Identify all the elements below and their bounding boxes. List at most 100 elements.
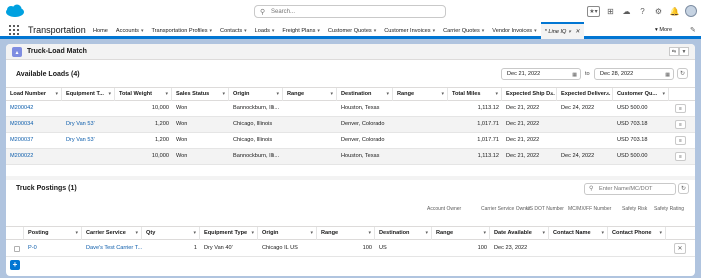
chevron-down-icon[interactable]: ▾ [483, 227, 486, 240]
table-cell[interactable]: Dave's Test Carrier T... [84, 242, 142, 255]
column-header[interactable]: Equipment Type ▾ [200, 227, 258, 240]
column-header[interactable]: Destination ▾ [337, 88, 393, 101]
nav-item-carrier-quotes[interactable]: Carrier Quotes ▾ [439, 22, 488, 39]
column-header[interactable]: Expected Ship D... ▾ [502, 88, 557, 101]
extra-column-label[interactable]: Safety Rating [654, 206, 684, 212]
carrier-search-input[interactable]: ⚲ Enter Name/MC/DOT [584, 183, 676, 195]
chevron-down-icon[interactable]: ▾ [244, 28, 247, 34]
add-posting-button[interactable]: + [10, 260, 20, 270]
chevron-down-icon[interactable]: ▾ [75, 227, 78, 240]
column-header[interactable]: Range ▾ [393, 88, 448, 101]
refresh-postings-button[interactable]: ↻ [678, 183, 689, 194]
chevron-down-icon[interactable]: ▾ [310, 227, 313, 240]
table-cell[interactable]: M200042 [8, 102, 62, 115]
column-header[interactable]: Expected Deliver... ▾ [557, 88, 613, 101]
chevron-down-icon[interactable]: ▾ [210, 28, 213, 34]
cloud-icon[interactable]: ☁ [621, 6, 632, 17]
nav-item-accounts[interactable]: Accounts ▾ [112, 22, 148, 39]
chevron-down-icon[interactable]: ▾ [317, 28, 320, 34]
chevron-down-icon[interactable]: ▾ [374, 28, 377, 34]
chevron-down-icon[interactable]: ▾ [368, 227, 371, 240]
favorites-star-icon[interactable]: ★▾ [587, 5, 600, 17]
column-header[interactable]: Contact Phone ▾ [608, 227, 666, 240]
add-icon[interactable]: ⊞ [605, 6, 616, 17]
column-header[interactable]: Contact Name ▾ [549, 227, 608, 240]
table-cell[interactable]: P-0 [26, 242, 82, 255]
chevron-down-icon[interactable]: ▾ [276, 88, 279, 101]
global-search[interactable]: ⚲ Search... [254, 5, 446, 18]
close-icon[interactable]: ✕ [575, 28, 580, 35]
chevron-down-icon[interactable]: ▾ [193, 227, 196, 240]
chevron-down-icon[interactable]: ▾ [482, 28, 485, 34]
table-row[interactable]: M200034 Dry Van 53' 1,200 Won Chicago, Illin… [6, 117, 695, 133]
table-row[interactable]: P-0 Dave's Test Carrier T... 1 Dry Van 40' C… [6, 241, 695, 257]
extra-column-label[interactable]: Carrier Service Owner [481, 206, 530, 212]
extra-column-label[interactable]: MC/MX/FF Number [568, 206, 611, 212]
column-header[interactable]: Sales Status ▾ [172, 88, 229, 101]
app-launcher-icon[interactable] [9, 25, 19, 35]
row-actions-menu-icon[interactable]: ≡ [675, 136, 686, 145]
delete-posting-icon[interactable]: ✕ [674, 243, 686, 254]
table-cell[interactable]: M200034 [8, 118, 62, 131]
chevron-down-icon[interactable]: ▾ [433, 28, 436, 34]
chevron-down-icon[interactable]: ▾ [135, 227, 138, 240]
nav-item-vendor-invoices[interactable]: Vendor Invoices ▾ [488, 22, 540, 39]
calendar-icon[interactable]: ▦ [572, 70, 577, 80]
column-header[interactable]: Qty ▾ [142, 227, 200, 240]
nav-item-home[interactable]: Home [89, 22, 112, 39]
table-cell[interactable]: M200022 [8, 150, 62, 163]
bell-icon[interactable]: 🔔 [669, 6, 680, 17]
settings-icon[interactable]: ⇆ [669, 47, 679, 56]
extra-column-label[interactable]: Account Owner [427, 206, 461, 212]
table-cell[interactable] [64, 150, 115, 163]
column-header[interactable]: Origin ▾ [229, 88, 283, 101]
chevron-down-icon[interactable]: ▾ [425, 227, 428, 240]
extra-column-label[interactable]: Safety Risk [622, 206, 647, 212]
chevron-down-icon[interactable]: ▾ [108, 88, 111, 101]
table-row[interactable]: M200042 10,000 Won Bannockburn, Illi... Hous… [6, 101, 695, 117]
nav-item-loads[interactable]: Loads ▾ [251, 22, 279, 39]
gear-icon[interactable]: ⚙ [653, 6, 664, 17]
column-header[interactable]: Range ▾ [317, 227, 375, 240]
edit-nav-icon[interactable]: ✎ [690, 26, 696, 34]
row-actions-menu-icon[interactable]: ≡ [675, 152, 686, 161]
column-header[interactable]: Posting ▾ [24, 227, 82, 240]
column-header[interactable]: Total Miles ▾ [448, 88, 502, 101]
row-checkbox[interactable] [14, 246, 20, 252]
column-header[interactable]: Date Available ▾ [490, 227, 549, 240]
chevron-down-icon[interactable]: ▾ [659, 227, 662, 240]
chevron-down-icon[interactable]: ▾ [141, 28, 144, 34]
avatar[interactable] [685, 5, 697, 17]
extra-column-label[interactable]: US DOT Number [526, 206, 564, 212]
column-header[interactable]: Load Number ▾ [6, 88, 62, 101]
column-header[interactable]: Equipment T... ▾ [62, 88, 115, 101]
chevron-down-icon[interactable]: ▾ [441, 88, 444, 101]
salesforce-logo[interactable] [5, 4, 25, 18]
chevron-down-icon[interactable]: ▾ [222, 88, 225, 101]
table-cell[interactable] [64, 102, 115, 115]
column-header[interactable]: Total Weight ▾ [115, 88, 172, 101]
table-row[interactable]: M200022 10,000 Won Bannockburn, Illi... Hous… [6, 149, 695, 165]
chevron-down-icon[interactable]: ▾ [542, 227, 545, 240]
help-icon[interactable]: ? [637, 6, 648, 17]
table-cell[interactable]: Dry Van 53' [64, 118, 115, 131]
chevron-down-icon[interactable]: ▾ [495, 88, 498, 101]
chevron-down-icon[interactable]: ▾ [251, 227, 254, 240]
nav-item-transportation-profiles[interactable]: Transportation Profiles ▾ [147, 22, 216, 39]
chevron-down-icon[interactable]: ▾ [534, 28, 537, 34]
chevron-down-icon[interactable]: ▾ [272, 28, 275, 34]
chevron-down-icon[interactable]: ▾ [601, 227, 604, 240]
chevron-down-icon[interactable]: ▾ [550, 88, 553, 101]
table-cell[interactable]: M200037 [8, 134, 62, 147]
nav-item-customer-invoices[interactable]: Customer Invoices ▾ [380, 22, 439, 39]
chevron-down-icon[interactable]: ▾ [606, 88, 609, 101]
nav-item-freight-plans[interactable]: Freight Plans ▾ [278, 22, 323, 39]
column-header[interactable]: Destination ▾ [375, 227, 432, 240]
table-row[interactable]: M200037 Dry Van 53' 1,200 Won Chicago, Illin… [6, 133, 695, 149]
chevron-down-icon[interactable]: ▾ [330, 88, 333, 101]
date-from-input[interactable]: Dec 21, 2022 ▦ [501, 68, 581, 80]
row-actions-menu-icon[interactable]: ≡ [675, 120, 686, 129]
nav-item-customer-quotes[interactable]: Customer Quotes ▾ [324, 22, 380, 39]
calendar-icon[interactable]: ▦ [665, 70, 670, 80]
chevron-down-icon[interactable]: ▾ [568, 29, 571, 35]
